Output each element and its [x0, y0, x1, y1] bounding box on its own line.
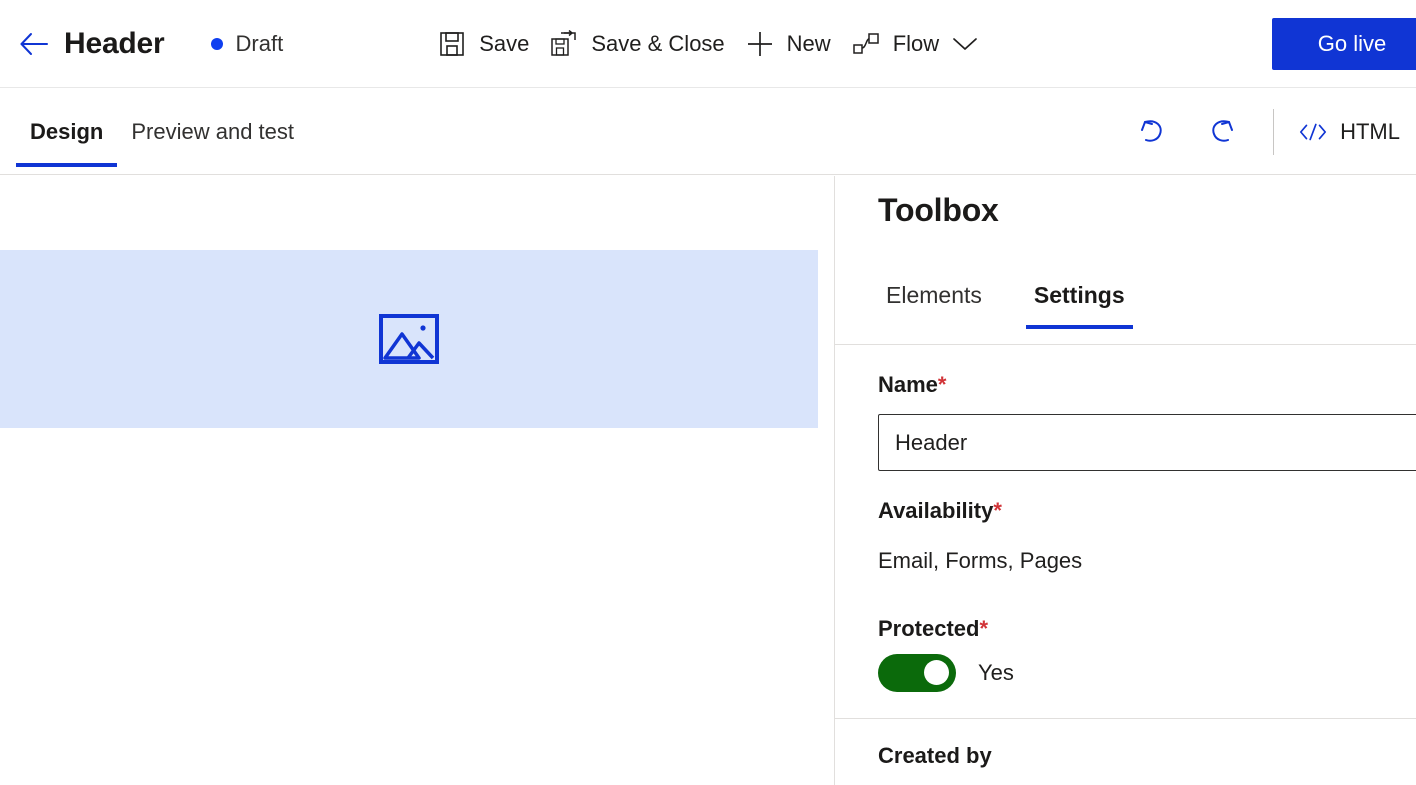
tab-design[interactable]: Design: [16, 89, 118, 175]
protected-toggle-state-label: Yes: [978, 660, 1014, 685]
html-button[interactable]: HTML: [1288, 106, 1416, 158]
plus-icon: [745, 29, 775, 59]
protected-field-group: Protected* Yes: [878, 616, 1014, 692]
chevron-down-icon[interactable]: [951, 30, 979, 58]
editor-tools: HTML: [1115, 89, 1416, 175]
undo-button[interactable]: [1127, 108, 1175, 156]
design-canvas[interactable]: [0, 176, 833, 785]
tab-settings[interactable]: Settings: [1025, 282, 1133, 329]
new-button-label: New: [786, 30, 831, 56]
tab-settings-label: Settings: [1033, 282, 1125, 308]
protected-toggle-row: Yes: [878, 654, 1014, 692]
new-button[interactable]: New: [735, 18, 841, 70]
flow-button-label: Flow: [892, 30, 940, 56]
availability-required-marker: *: [993, 498, 1002, 523]
back-button[interactable]: [16, 27, 50, 61]
redo-icon: [1206, 115, 1240, 150]
save-floppy-icon: [437, 29, 467, 59]
html-button-label: HTML: [1340, 119, 1400, 144]
toolbar-divider: [1273, 109, 1275, 155]
content-block-editor: Header Draft Save Save & Close New Flow …: [0, 0, 1416, 785]
name-label-text: Name: [878, 372, 938, 397]
tab-preview-and-test-label: Preview and test: [131, 119, 294, 144]
created-by-field-label: Created by: [878, 743, 992, 768]
command-buttons: Save Save & Close New Flow: [427, 18, 989, 70]
undo-icon: [1134, 115, 1168, 150]
go-live-button[interactable]: Go live: [1272, 18, 1416, 70]
editor-tab-bar: Design Preview and test HTML: [0, 89, 1416, 175]
protected-toggle[interactable]: [878, 654, 956, 692]
save-and-close-button[interactable]: Save & Close: [539, 18, 734, 70]
toolbox-panel: Toolbox Elements Settings Name* Availabi…: [834, 176, 1416, 785]
image-placeholder-icon: [378, 313, 440, 365]
canvas-scroll-area: [0, 176, 833, 785]
availability-field-group: Availability* Email, Forms, Pages: [878, 498, 1082, 574]
command-bar: Header Draft Save Save & Close New Flow …: [0, 0, 1416, 88]
page-title: Header: [64, 26, 165, 60]
image-element-block[interactable]: [0, 250, 818, 428]
save-and-close-button-label: Save & Close: [591, 30, 725, 56]
save-button[interactable]: Save: [427, 18, 539, 70]
name-required-marker: *: [937, 372, 947, 397]
redo-button[interactable]: [1199, 108, 1247, 156]
availability-value: Email, Forms, Pages: [878, 548, 1083, 573]
arrow-left-icon: [18, 31, 48, 57]
tab-design-label: Design: [30, 119, 104, 144]
status-label: Draft: [235, 30, 284, 56]
availability-label-text: Availability: [878, 498, 994, 523]
name-input[interactable]: [878, 414, 1416, 471]
status-badge: Draft: [210, 30, 284, 57]
flow-nodes-icon: [851, 29, 881, 59]
status-dot-icon: [210, 37, 223, 50]
toolbox-tabs: Elements Settings: [878, 282, 1133, 344]
protected-required-marker: *: [979, 616, 989, 641]
availability-field-label: Availability*: [878, 498, 1082, 524]
protected-field-label: Protected*: [878, 616, 1014, 642]
tab-elements[interactable]: Elements: [878, 282, 990, 329]
toggle-knob: [924, 660, 949, 685]
panel-divider-bottom: [835, 718, 1416, 719]
save-button-label: Save: [479, 30, 530, 56]
tab-elements-label: Elements: [886, 282, 982, 308]
save-and-close-icon: [549, 29, 579, 59]
tab-preview-and-test[interactable]: Preview and test: [117, 89, 308, 175]
editor-tabs: Design Preview and test: [16, 89, 308, 175]
flow-button[interactable]: Flow: [841, 18, 989, 70]
protected-label-text: Protected: [878, 616, 980, 641]
name-field-group: Name*: [878, 372, 1416, 471]
created-by-field-group: Created by: [878, 743, 1416, 785]
name-field-label: Name*: [878, 372, 1416, 398]
toolbox-title: Toolbox: [878, 192, 999, 228]
code-brackets-icon: [1298, 117, 1328, 147]
panel-divider-top: [835, 344, 1416, 345]
